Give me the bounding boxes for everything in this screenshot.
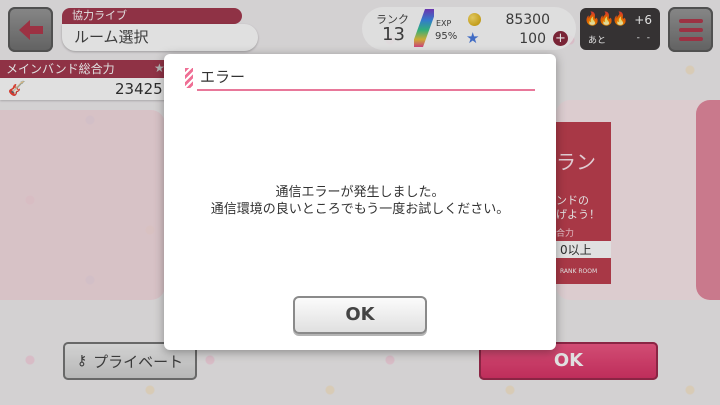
dialog-message-line-2: 通信環境の良いところでもう一度お試しください。 — [210, 202, 510, 217]
dialog-ok-button[interactable]: OK — [293, 296, 427, 334]
dialog-message: 通信エラーが発生しました。 通信環境の良いところでもう一度お試しください。 — [164, 184, 556, 218]
error-dialog: エラー 通信エラーが発生しました。 通信環境の良いところでもう一度お試しください… — [164, 54, 556, 350]
title-stripe-icon — [185, 68, 193, 88]
dialog-title: エラー — [200, 68, 246, 86]
dialog-message-line-1: 通信エラーが発生しました。 — [275, 185, 445, 200]
title-divider — [197, 89, 535, 91]
